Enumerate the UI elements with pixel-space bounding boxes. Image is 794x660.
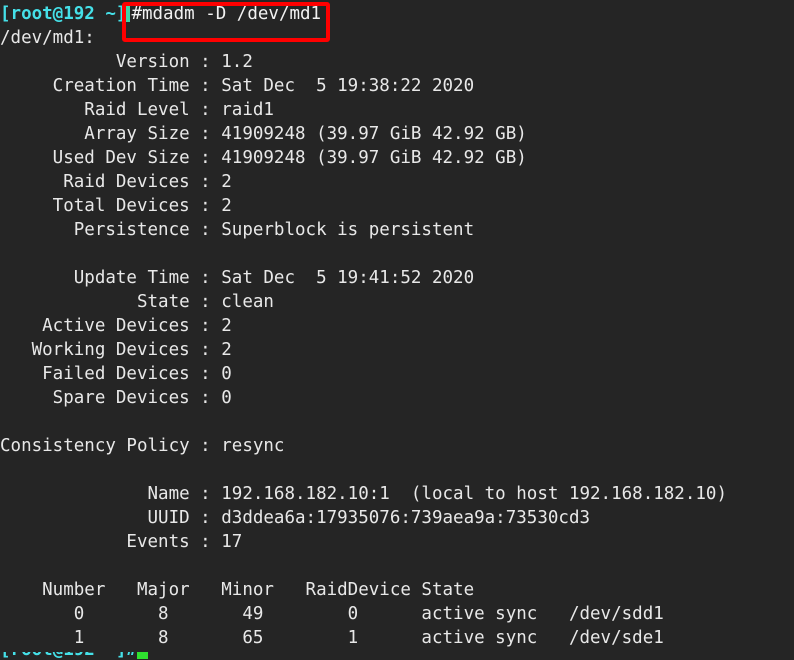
bottom-prompt-line: [root@192 ~]# xyxy=(0,652,794,660)
output-line-blank xyxy=(0,458,794,482)
output-line: Name : 192.168.182.10:1 (local to host 1… xyxy=(0,484,727,504)
output-line: State : clean xyxy=(0,292,274,312)
cursor-block-icon xyxy=(136,652,148,659)
terminal-window[interactable]: [root@192 ~] #mdadm -D /dev/md1 /dev/md1:… xyxy=(0,0,794,660)
output-line: Creation Time : Sat Dec 5 19:38:22 2020 xyxy=(0,76,475,96)
output-line: Update Time : Sat Dec 5 19:41:52 2020 xyxy=(0,268,475,288)
shell-prompt: [root@192 ~] xyxy=(0,4,127,24)
output-line: /dev/md1: xyxy=(0,28,95,48)
device-table-row: 0 8 49 0 active sync /dev/sdd1 xyxy=(0,604,664,624)
output-line: Active Devices : 2 xyxy=(0,316,232,336)
output-line: Persistence : Superblock is persistent xyxy=(0,220,475,240)
output-line: Total Devices : 2 xyxy=(0,196,232,216)
terminal-screen: [root@192 ~] #mdadm -D /dev/md1 /dev/md1:… xyxy=(0,0,794,650)
device-table-row: 1 8 65 1 active sync /dev/sde1 xyxy=(0,628,664,648)
output-line: Working Devices : 2 xyxy=(0,340,232,360)
output-line-blank xyxy=(0,242,794,266)
output-line: UUID : d3ddea6a:17935076:739aea9a:73530c… xyxy=(0,508,591,528)
output-line: Events : 17 xyxy=(0,532,243,552)
output-line: Used Dev Size : 41909248 (39.97 GiB 42.9… xyxy=(0,148,527,168)
command-text: #mdadm -D /dev/md1 xyxy=(131,4,322,24)
output-line-blank xyxy=(0,554,794,578)
output-line: Spare Devices : 0 xyxy=(0,388,232,408)
output-line: Consistency Policy : resync xyxy=(0,436,285,456)
output-line: Version : 1.2 xyxy=(0,52,253,72)
output-line: Raid Devices : 2 xyxy=(0,172,232,192)
cursor-bar-icon xyxy=(126,4,131,22)
command-prompt-line: [root@192 ~] #mdadm -D /dev/md1 xyxy=(0,2,794,26)
shell-prompt-bottom: [root@192 ~]# xyxy=(0,652,137,660)
output-line: Raid Level : raid1 xyxy=(0,100,274,120)
output-line: Array Size : 41909248 (39.97 GiB 42.92 G… xyxy=(0,124,527,144)
output-line-blank xyxy=(0,410,794,434)
output-line: Failed Devices : 0 xyxy=(0,364,232,384)
device-table-header: Number Major Minor RaidDevice State xyxy=(0,580,475,600)
